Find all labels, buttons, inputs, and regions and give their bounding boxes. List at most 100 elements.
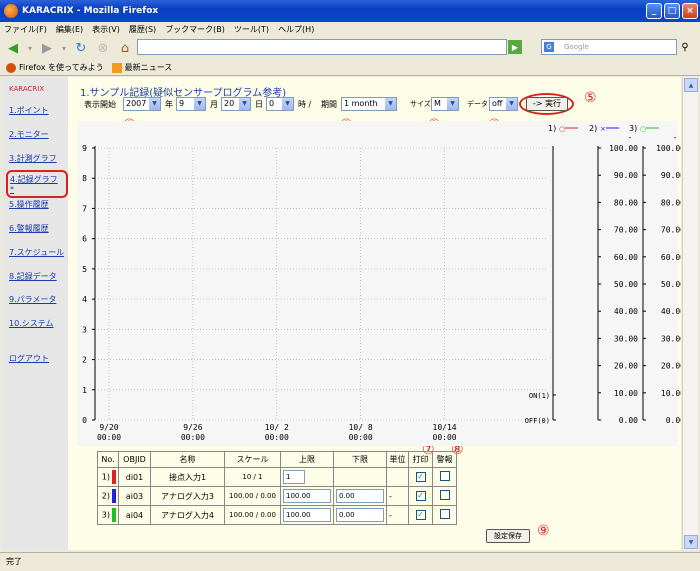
x-tick-label: 00:00 (265, 433, 289, 442)
row-number: 3) (97, 505, 119, 525)
bookmark-getting-started[interactable]: Firefox を使ってみよう (6, 62, 104, 73)
series-color-swatch (112, 470, 116, 484)
scale-cell: 10 / 1 (224, 467, 281, 487)
menu-help[interactable]: ヘルプ(H) (278, 24, 314, 35)
print-checkbox[interactable]: ✓ (415, 472, 426, 482)
sidebar: KARACRIX 1.ポイント 2.モニター 3.計測グラフ 4.記録グラフ *… (2, 77, 68, 550)
back-history-icon[interactable]: ▾ (26, 39, 34, 57)
col-header: 警報 (432, 451, 457, 468)
menu-bookmarks[interactable]: ブックマーク(B) (165, 24, 225, 35)
x-tick-label: 9/20 (99, 423, 118, 432)
sidebar-item-operation-history[interactable]: 5.操作履歴 (9, 199, 49, 210)
go-button[interactable]: ▶ (508, 40, 522, 54)
col-header: 名称 (150, 451, 225, 468)
axis2-tick-label: 100.00 (609, 144, 638, 153)
back-icon[interactable]: ◀ (4, 39, 22, 57)
legend-label: 3) (629, 124, 637, 133)
sidebar-item-alarm-history[interactable]: 6.警報履歴 (9, 223, 49, 234)
save-settings-button[interactable]: 設定保存 (486, 529, 530, 543)
name-cell: 接点入力1 (150, 467, 225, 487)
search-input[interactable]: G Google (541, 39, 677, 55)
x-tick-label: 10/ 2 (265, 423, 289, 432)
menu-history[interactable]: 履歴(S) (129, 24, 156, 35)
col-header: 下限 (333, 451, 387, 468)
bookmark-latest-news[interactable]: 最新ニュース (111, 62, 172, 73)
unit-cell: - (386, 486, 409, 506)
stop-icon[interactable]: ⊗ (94, 39, 112, 57)
col-header: OBJID (118, 451, 151, 468)
firefox-icon (4, 4, 18, 18)
minimize-button[interactable]: _ (646, 3, 662, 19)
scroll-up-icon[interactable]: ▲ (684, 78, 698, 92)
y-tick-label: 0 (82, 416, 87, 425)
firefox-icon (6, 62, 16, 73)
lower-input[interactable]: 0.00 (336, 508, 384, 522)
window-title: KARACRIX - Mozilla Firefox (22, 6, 159, 16)
upper-input[interactable]: 1 (283, 470, 305, 484)
x-tick-label: 10/ 8 (349, 423, 373, 432)
legend-symbol: ○ (559, 125, 565, 133)
axis3-tick-label: 10.00 (661, 389, 681, 398)
unit-cell (386, 467, 409, 487)
y-tick-label: 2 (82, 356, 87, 365)
sidebar-item-record-graph[interactable]: 4.記録グラフ * (6, 170, 68, 198)
reload-icon[interactable]: ↻ (72, 39, 90, 57)
axis2-tick-label: 80.00 (614, 198, 638, 207)
main-area: 1.サンプル記録(疑似センサープログラム参考) 表示開始 2007 ▼ 年 9 ▼ … (68, 77, 681, 550)
objid-cell: ai03 (118, 486, 151, 506)
scroll-down-icon[interactable]: ▼ (684, 535, 698, 549)
chart-background (77, 121, 678, 446)
axis2-tick-label: 0.00 (619, 416, 638, 425)
col-header: No. (97, 451, 119, 468)
sidebar-item-parameter[interactable]: 9.パラメータ (9, 294, 56, 305)
status-text: 完了 (6, 557, 22, 566)
upper-input[interactable]: 100.00 (283, 508, 331, 522)
menu-tools[interactable]: ツール(T) (234, 24, 269, 35)
menu-view[interactable]: 表示(V) (92, 24, 120, 35)
sidebar-item-schedule[interactable]: 7.スケジュール (9, 247, 64, 258)
logout-link[interactable]: ログアウト (9, 353, 49, 364)
axis2-tick-label: 20.00 (614, 362, 638, 371)
bookmarks-toolbar: Firefox を使ってみよう 最新ニュース (0, 60, 700, 76)
row-number: 2) (97, 486, 119, 506)
name-cell: アナログ入力3 (150, 486, 225, 506)
axis2-tick-label: 60.00 (614, 253, 638, 262)
alarm-checkbox[interactable] (439, 471, 450, 481)
vertical-scrollbar[interactable]: ▲ ▼ (682, 77, 698, 550)
axis2-tick-label: 30.00 (614, 334, 638, 343)
sidebar-item-measure-graph[interactable]: 3.計測グラフ (9, 153, 57, 164)
table-header-row: No. OBJID 名称 スケール 上限 下限 単位 打印 警報 (97, 451, 457, 468)
forward-history-icon[interactable]: ▾ (60, 39, 68, 57)
maximize-button[interactable]: □ (664, 3, 680, 19)
sidebar-item-system[interactable]: 10.システム (9, 318, 53, 329)
print-checkbox[interactable]: ✓ (415, 491, 426, 501)
menu-file[interactable]: ファイル(F) (4, 24, 47, 35)
axis3-tick-label: 40.00 (661, 307, 681, 316)
col-header: スケール (224, 451, 281, 468)
sidebar-item-monitor[interactable]: 2.モニター (9, 129, 49, 140)
scale-cell: 100.00 / 0.00 (224, 505, 281, 525)
menu-edit[interactable]: 編集(E) (56, 24, 83, 35)
sidebar-item-point[interactable]: 1.ポイント (9, 105, 49, 116)
series-color-swatch (112, 508, 116, 522)
axis1-tick-label: OFF(0) (525, 417, 550, 425)
legend-symbol: × (600, 125, 606, 133)
sidebar-item-record-data[interactable]: 8.記録データ (9, 271, 57, 282)
status-bar: 完了 (0, 552, 700, 571)
axis3-tick-label: 100.00 (656, 144, 681, 153)
axis3-tick-label: 0.00 (666, 416, 681, 425)
print-checkbox[interactable]: ✓ (415, 510, 426, 520)
lower-input[interactable]: 0.00 (336, 489, 384, 503)
search-icon[interactable]: ⚲ (678, 40, 692, 54)
url-input[interactable] (137, 39, 507, 55)
alarm-checkbox[interactable] (439, 509, 450, 519)
upper-input[interactable]: 100.00 (283, 489, 331, 503)
alarm-checkbox[interactable] (439, 490, 450, 500)
record-chart: 98765432109/2000:009/2600:0010/ 200:0010… (77, 121, 681, 446)
home-icon[interactable]: ⌂ (116, 39, 134, 57)
google-icon: G (544, 42, 554, 52)
y-tick-label: 6 (82, 235, 87, 244)
forward-icon[interactable]: ▶ (38, 39, 56, 57)
series-color-swatch (112, 489, 116, 503)
close-button[interactable]: × (682, 3, 698, 19)
